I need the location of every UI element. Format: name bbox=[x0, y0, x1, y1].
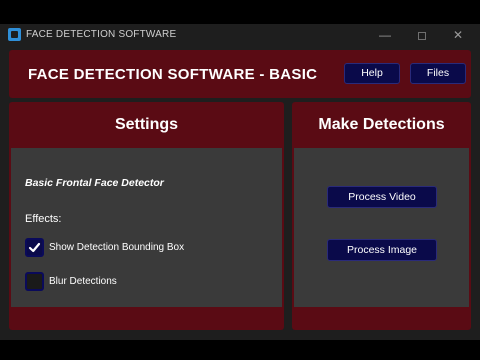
files-button[interactable]: Files bbox=[410, 63, 466, 84]
checkmark-icon bbox=[28, 242, 41, 253]
window-title: FACE DETECTION SOFTWARE bbox=[26, 29, 177, 40]
app-icon bbox=[8, 28, 21, 41]
bounding-box-checkbox[interactable] bbox=[25, 238, 44, 257]
blur-checkbox[interactable] bbox=[25, 272, 44, 291]
settings-heading: Settings bbox=[114, 116, 179, 133]
process-image-button[interactable]: Process Image bbox=[327, 239, 437, 261]
detector-label: Basic Frontal Face Detector bbox=[25, 177, 164, 189]
settings-body: Basic Frontal Face Detector Effects: Sho… bbox=[11, 148, 282, 307]
page-title: FACE DETECTION SOFTWARE - BASIC bbox=[28, 66, 318, 83]
process-video-button[interactable]: Process Video bbox=[327, 186, 437, 208]
blur-label: Blur Detections bbox=[49, 276, 117, 287]
detections-body: Process Video Process Image bbox=[294, 148, 469, 307]
detections-panel: Make Detections Process Video Process Im… bbox=[292, 102, 471, 330]
detections-heading: Make Detections bbox=[318, 116, 445, 133]
header-bar: FACE DETECTION SOFTWARE - BASIC Help Fil… bbox=[9, 50, 471, 98]
effects-label: Effects: bbox=[25, 213, 62, 225]
minimize-button[interactable]: — bbox=[376, 26, 394, 44]
maximize-icon bbox=[418, 31, 426, 40]
help-button[interactable]: Help bbox=[344, 63, 400, 84]
maximize-button[interactable] bbox=[413, 26, 431, 44]
title-bar: FACE DETECTION SOFTWARE — ✕ bbox=[0, 24, 480, 46]
close-button[interactable]: ✕ bbox=[449, 26, 467, 44]
bounding-box-label: Show Detection Bounding Box bbox=[49, 242, 185, 253]
settings-panel: Settings Basic Frontal Face Detector Eff… bbox=[9, 102, 284, 330]
